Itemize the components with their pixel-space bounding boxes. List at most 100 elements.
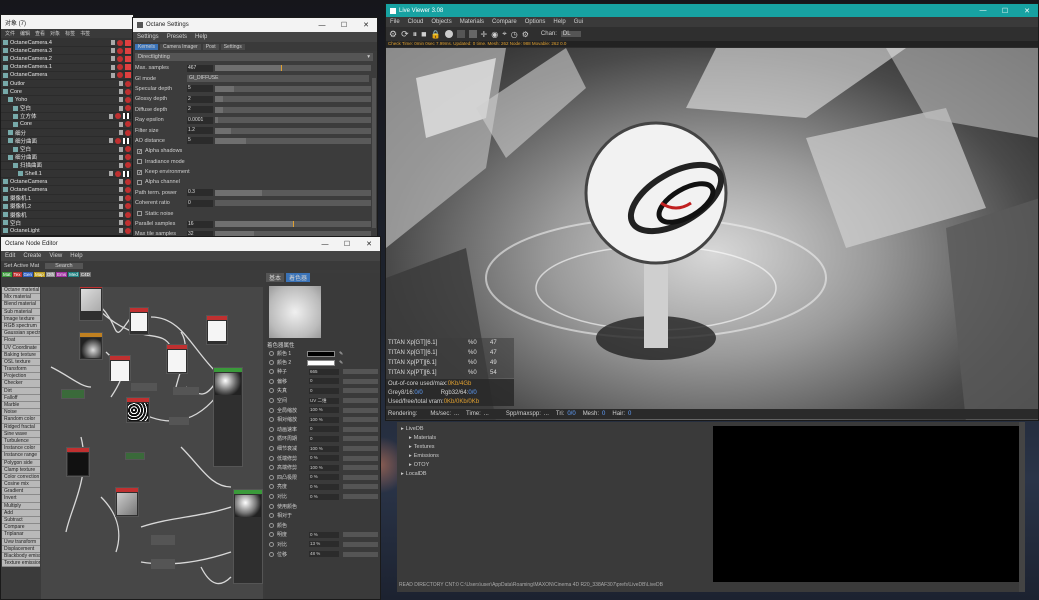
visibility-icon[interactable] (119, 81, 123, 87)
octane-tag-icon[interactable] (117, 64, 123, 71)
octane-tag-icon[interactable] (125, 96, 131, 103)
attr-value[interactable]: 0 % (309, 483, 339, 490)
octane-tag-icon[interactable] (125, 129, 131, 136)
node-list-item[interactable]: Gaussian spectrum (2, 330, 40, 338)
attr-value[interactable]: 0 % (309, 493, 339, 500)
settings-row[interactable]: Static noise (135, 208, 377, 218)
object-row[interactable]: OctaneCamera (1, 72, 133, 80)
node-graph-canvas[interactable] (41, 287, 263, 599)
settings-row[interactable]: ✓ Keep environment (135, 167, 377, 177)
eyedropper-icon[interactable]: ✎ (339, 351, 343, 357)
attr-row[interactable]: 亮度 0 % (265, 482, 380, 492)
attr-slider[interactable] (343, 369, 378, 375)
octane-tag-icon[interactable] (125, 178, 131, 185)
node-list-item[interactable]: Color correction (2, 473, 40, 482)
settings-row[interactable]: GI mode GI_DIFFUSE (135, 73, 377, 83)
search-button[interactable]: Search (45, 262, 83, 269)
attr-slider[interactable] (343, 417, 378, 423)
attr-value[interactable]: 0 (309, 378, 339, 385)
settings-menu-item[interactable]: Presets (167, 34, 187, 40)
octane-material-node[interactable] (213, 367, 243, 467)
kernel-select[interactable]: Directlighting ▾ (135, 53, 373, 61)
visibility-icon[interactable] (109, 138, 113, 144)
live-viewer-menu-item[interactable]: Options (525, 19, 546, 25)
octane-tag-icon[interactable] (117, 55, 123, 62)
node-list-item[interactable]: OSL texture (2, 358, 40, 367)
attr-value[interactable]: 48 % (309, 551, 339, 558)
noise-node[interactable] (126, 397, 150, 423)
attr-slider[interactable] (343, 541, 378, 547)
expand-icon[interactable]: ▸ (409, 462, 412, 468)
settings-value[interactable]: 0.0001 (187, 116, 213, 124)
settings-scrollbar[interactable] (372, 78, 376, 228)
octane-material-node[interactable] (233, 489, 263, 584)
settings-slider[interactable] (215, 106, 371, 113)
settings-slider[interactable] (215, 200, 371, 207)
visibility-icon[interactable] (111, 64, 115, 70)
objects-menu-item[interactable]: 标签 (65, 30, 75, 37)
attr-row[interactable]: 低端修剪 0 % (265, 453, 380, 463)
octane-tag-icon[interactable] (125, 146, 131, 153)
octane-tag-icon[interactable] (125, 154, 131, 161)
livedb-tree-item[interactable]: ▸ Emissions (401, 451, 701, 460)
texture-node[interactable] (109, 355, 131, 381)
livedb-tree-item[interactable]: ▸ OTOY (401, 460, 701, 469)
focus-icon[interactable]: ✛ (481, 30, 488, 39)
node-list-item[interactable]: Blackbody emission (2, 552, 40, 561)
attr-slider[interactable] (343, 446, 378, 452)
pick-icon[interactable]: ◉ (491, 30, 498, 39)
attr-row[interactable]: 全局缩放 100 % (265, 405, 380, 415)
close-icon[interactable]: ✕ (355, 18, 377, 32)
attr-slider[interactable] (343, 407, 378, 413)
checkbox[interactable] (137, 179, 142, 185)
attr-slider[interactable] (343, 455, 378, 461)
checkbox[interactable]: ✓ (137, 169, 142, 175)
attr-tab-basic[interactable]: 基本 (266, 272, 285, 282)
attr-row[interactable]: 循环周期 0 (265, 434, 380, 444)
gi-mode-select[interactable]: GI_DIFFUSE (187, 75, 369, 83)
attr-slider[interactable] (343, 426, 378, 432)
node-list-item[interactable]: Baking texture (2, 351, 40, 359)
node-list-item[interactable]: Triplanar (2, 531, 40, 539)
attr-row[interactable]: 细节衰减 100 % (265, 444, 380, 454)
live-viewer-menu-item[interactable]: Cloud (408, 19, 424, 25)
settings-value[interactable]: 0.3 (187, 189, 213, 197)
gradient-node[interactable] (79, 332, 103, 360)
maximize-icon[interactable]: ☐ (333, 18, 355, 32)
node-list-item[interactable]: Sub material (2, 308, 40, 316)
visibility-icon[interactable] (119, 220, 123, 226)
node-list-item[interactable]: Instance range (2, 452, 40, 460)
node-list-item[interactable]: Uvw transform (2, 538, 40, 546)
color1-swatch[interactable] (307, 350, 335, 357)
visibility-icon[interactable] (111, 56, 115, 62)
camera-tag-icon[interactable] (125, 47, 131, 54)
node-list-item[interactable]: Multiply (2, 502, 40, 510)
camera-tag-icon[interactable] (125, 39, 131, 46)
node-list-item[interactable]: Octane material (2, 287, 40, 295)
node-filter-tag[interactable]: Mat (2, 271, 12, 277)
transform-node[interactable] (169, 417, 189, 425)
node-filter-tag[interactable]: Map (34, 271, 45, 277)
texture-node[interactable] (206, 315, 228, 345)
attr-value[interactable]: 0 (309, 426, 339, 433)
transform-node[interactable] (173, 387, 199, 395)
checkbox[interactable] (137, 159, 142, 165)
attr-value[interactable]: 100 % (309, 416, 339, 423)
node-list-item[interactable]: Add (2, 509, 40, 517)
visibility-icon[interactable] (119, 154, 123, 160)
objects-menu-item[interactable]: 编辑 (20, 30, 30, 37)
attr-value[interactable]: 0 (309, 435, 339, 442)
node-list-item[interactable]: Image texture (2, 315, 40, 323)
visibility-icon[interactable] (119, 187, 123, 193)
visibility-icon[interactable] (119, 195, 123, 201)
objects-menu-item[interactable]: 对象 (50, 30, 60, 37)
attr-row[interactable]: 高端修剪 100 % (265, 463, 380, 473)
settings-slider[interactable] (215, 189, 371, 196)
node-list-item[interactable]: Gradient (2, 488, 40, 496)
sphere-icon[interactable] (444, 30, 453, 38)
node-list-item[interactable]: Ridged fractal (2, 423, 40, 431)
livedb-tree-item[interactable]: ▸ Materials (401, 433, 701, 442)
maximize-icon[interactable]: ☐ (994, 4, 1016, 17)
live-viewer-menu-item[interactable]: Materials (460, 19, 484, 25)
checkbox[interactable]: ✓ (137, 148, 142, 154)
